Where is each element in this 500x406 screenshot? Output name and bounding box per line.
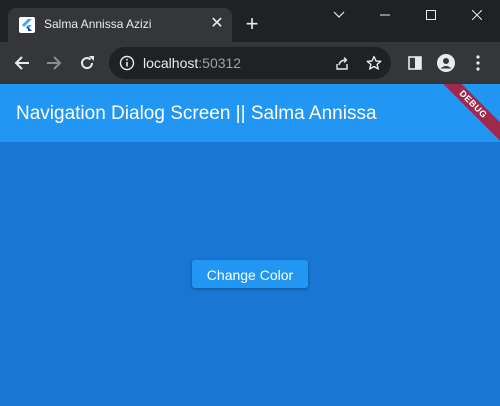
url-host: localhost (143, 55, 199, 71)
minimize-icon[interactable] (362, 0, 408, 30)
url-text[interactable]: localhost:50312 (143, 55, 241, 71)
tab-title: Salma Annissa Azizi (44, 17, 152, 31)
reload-icon[interactable] (75, 51, 99, 75)
close-window-icon[interactable] (454, 0, 500, 30)
browser-toolbar: localhost:50312 (0, 42, 500, 84)
bookmark-star-icon[interactable] (366, 55, 382, 71)
tab-search-icon[interactable] (316, 0, 362, 30)
browser-tab[interactable]: Salma Annissa Azizi ✕ (8, 8, 232, 42)
profile-avatar-icon[interactable] (434, 51, 458, 75)
address-bar[interactable]: localhost:50312 (109, 47, 391, 79)
back-arrow-icon[interactable] (10, 51, 34, 75)
page-title: Navigation Dialog Screen || Salma Anniss… (16, 103, 377, 124)
browser-tab-strip: Salma Annissa Azizi ✕ + (0, 0, 500, 42)
side-panel-icon[interactable] (403, 51, 427, 75)
change-color-button[interactable]: Change Color (192, 260, 308, 288)
forward-arrow-icon[interactable] (42, 51, 66, 75)
debug-banner: DEBUG (429, 84, 500, 142)
app-bar: Navigation Dialog Screen || Salma Anniss… (0, 84, 500, 142)
info-icon[interactable] (119, 55, 135, 71)
app-body: Change Color (0, 142, 500, 406)
new-tab-icon[interactable]: + (241, 13, 263, 35)
share-icon[interactable] (334, 55, 350, 71)
tab-close-icon[interactable]: ✕ (208, 15, 226, 33)
menu-kebab-icon[interactable] (466, 51, 490, 75)
flutter-icon (19, 17, 35, 33)
url-port: :50312 (198, 55, 242, 71)
maximize-icon[interactable] (408, 0, 454, 30)
